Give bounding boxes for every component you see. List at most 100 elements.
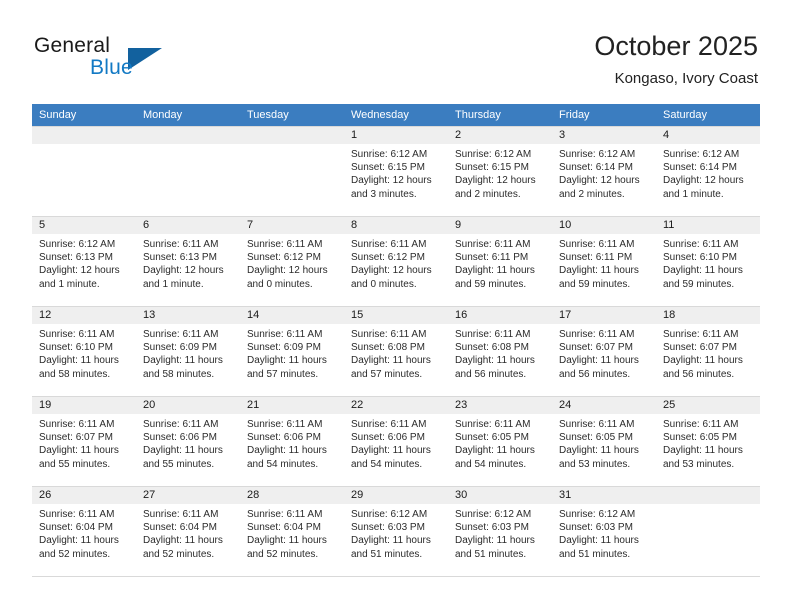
day-number: 24 xyxy=(552,397,656,414)
sunrise-text: Sunrise: 6:12 AM xyxy=(351,509,428,520)
day-number: 23 xyxy=(448,397,552,414)
calendar-cell-inner: 18 Sunrise: 6:11 AM Sunset: 6:07 PM Dayligh… xyxy=(656,307,760,396)
daylight-text-line1: Daylight: 11 hours xyxy=(351,535,431,547)
calendar-day-cell[interactable]: 24 Sunrise: 6:11 AM Sunset: 6:05 PM Dayligh… xyxy=(552,396,656,487)
calendar-body: 1 Sunrise: 6:12 AM Sunset: 6:15 PM Daylight… xyxy=(32,126,760,577)
day-number: 19 xyxy=(32,397,136,414)
day-detail: Sunrise: 6:11 AM Sunset: 6:11 PM Daylight:… xyxy=(448,234,552,291)
sunset-text: Sunset: 6:12 PM xyxy=(247,252,321,264)
day-number: 29 xyxy=(344,487,448,504)
daylight-text-line2: and 51 minutes. xyxy=(455,548,527,560)
day-number: 21 xyxy=(240,397,344,414)
calendar-day-cell[interactable]: 27 Sunrise: 6:11 AM Sunset: 6:04 PM Dayligh… xyxy=(136,486,240,577)
daylight-text-line1: Daylight: 11 hours xyxy=(559,265,639,277)
calendar-day-cell[interactable]: 21 Sunrise: 6:11 AM Sunset: 6:06 PM Dayligh… xyxy=(240,396,344,487)
daylight-text-line2: and 2 minutes. xyxy=(455,188,521,200)
daylight-text-line2: and 0 minutes. xyxy=(247,278,313,290)
sunset-text: Sunset: 6:10 PM xyxy=(39,342,113,354)
calendar-day-cell[interactable]: 16 Sunrise: 6:11 AM Sunset: 6:08 PM Dayligh… xyxy=(448,306,552,397)
calendar-cell-inner: 26 Sunrise: 6:11 AM Sunset: 6:04 PM Dayligh… xyxy=(32,487,136,576)
calendar-day-cell[interactable]: 8 Sunrise: 6:11 AM Sunset: 6:12 PM Daylight… xyxy=(344,216,448,307)
calendar-day-cell[interactable]: 13 Sunrise: 6:11 AM Sunset: 6:09 PM Dayligh… xyxy=(136,306,240,397)
calendar-day-cell[interactable]: 11 Sunrise: 6:11 AM Sunset: 6:10 PM Dayligh… xyxy=(656,216,760,307)
calendar-cell-inner: 28 Sunrise: 6:11 AM Sunset: 6:04 PM Dayligh… xyxy=(240,487,344,576)
day-detail: Sunrise: 6:11 AM Sunset: 6:11 PM Daylight:… xyxy=(552,234,656,291)
daylight-text-line1: Daylight: 11 hours xyxy=(143,355,223,367)
calendar-day-cell[interactable]: 4 Sunrise: 6:12 AM Sunset: 6:14 PM Daylight… xyxy=(656,126,760,217)
calendar-day-cell[interactable]: 18 Sunrise: 6:11 AM Sunset: 6:07 PM Dayligh… xyxy=(656,306,760,397)
weekday-header-friday: Friday xyxy=(552,104,656,127)
calendar-cell-inner: 3 Sunrise: 6:12 AM Sunset: 6:14 PM Daylight… xyxy=(552,127,656,216)
calendar-day-cell[interactable]: 30 Sunrise: 6:12 AM Sunset: 6:03 PM Dayligh… xyxy=(448,486,552,577)
daylight-text-line1: Daylight: 12 hours xyxy=(143,265,224,277)
calendar-day-cell[interactable]: 19 Sunrise: 6:11 AM Sunset: 6:07 PM Dayligh… xyxy=(32,396,136,487)
calendar-day-cell[interactable]: 20 Sunrise: 6:11 AM Sunset: 6:06 PM Dayligh… xyxy=(136,396,240,487)
calendar-day-cell[interactable]: 14 Sunrise: 6:11 AM Sunset: 6:09 PM Dayligh… xyxy=(240,306,344,397)
day-number: 8 xyxy=(344,217,448,234)
calendar-day-cell[interactable]: 6 Sunrise: 6:11 AM Sunset: 6:13 PM Daylight… xyxy=(136,216,240,307)
sunset-text: Sunset: 6:14 PM xyxy=(663,162,737,174)
calendar-day-cell[interactable]: 12 Sunrise: 6:11 AM Sunset: 6:10 PM Dayligh… xyxy=(32,306,136,397)
sunset-text: Sunset: 6:09 PM xyxy=(143,342,217,354)
calendar-cell-inner: 29 Sunrise: 6:12 AM Sunset: 6:03 PM Dayligh… xyxy=(344,487,448,576)
sunrise-text: Sunrise: 6:12 AM xyxy=(455,149,532,160)
daylight-text-line2: and 54 minutes. xyxy=(455,458,527,470)
daylight-text-line1: Daylight: 11 hours xyxy=(663,445,743,457)
daylight-text-line1: Daylight: 11 hours xyxy=(351,445,431,457)
calendar-day-cell[interactable]: 31 Sunrise: 6:12 AM Sunset: 6:03 PM Dayligh… xyxy=(552,486,656,577)
sunrise-text: Sunrise: 6:12 AM xyxy=(663,149,740,160)
sunset-text: Sunset: 6:04 PM xyxy=(143,522,217,534)
daylight-text-line1: Daylight: 11 hours xyxy=(663,265,743,277)
calendar-page: General Blue October 2025 Kongaso, Ivory… xyxy=(0,0,792,612)
calendar-day-cell[interactable]: 1 Sunrise: 6:12 AM Sunset: 6:15 PM Daylight… xyxy=(344,126,448,217)
day-detail: Sunrise: 6:11 AM Sunset: 6:04 PM Daylight:… xyxy=(136,504,240,561)
day-number: 18 xyxy=(656,307,760,324)
calendar-day-cell[interactable]: 17 Sunrise: 6:11 AM Sunset: 6:07 PM Dayligh… xyxy=(552,306,656,397)
calendar-day-cell[interactable]: 2 Sunrise: 6:12 AM Sunset: 6:15 PM Daylight… xyxy=(448,126,552,217)
calendar-day-cell[interactable]: 26 Sunrise: 6:11 AM Sunset: 6:04 PM Dayligh… xyxy=(32,486,136,577)
calendar-day-cell[interactable]: 23 Sunrise: 6:11 AM Sunset: 6:05 PM Dayligh… xyxy=(448,396,552,487)
calendar-day-cell[interactable]: 28 Sunrise: 6:11 AM Sunset: 6:04 PM Dayligh… xyxy=(240,486,344,577)
calendar-cell-inner xyxy=(656,487,760,576)
daylight-text-line1: Daylight: 11 hours xyxy=(455,535,535,547)
day-number: 26 xyxy=(32,487,136,504)
day-detail: Sunrise: 6:12 AM Sunset: 6:14 PM Daylight:… xyxy=(656,144,760,201)
sunrise-text: Sunrise: 6:11 AM xyxy=(455,329,531,340)
daylight-text-line2: and 59 minutes. xyxy=(663,278,735,290)
sunset-text: Sunset: 6:05 PM xyxy=(663,432,737,444)
calendar-cell-inner: 31 Sunrise: 6:12 AM Sunset: 6:03 PM Dayligh… xyxy=(552,487,656,576)
calendar-cell-inner: 6 Sunrise: 6:11 AM Sunset: 6:13 PM Daylight… xyxy=(136,217,240,306)
daylight-text-line2: and 1 minute. xyxy=(663,188,724,200)
calendar-cell-inner xyxy=(240,127,344,216)
sunrise-text: Sunrise: 6:11 AM xyxy=(351,329,427,340)
day-number: 4 xyxy=(656,127,760,144)
weekday-header-monday: Monday xyxy=(136,104,240,127)
day-number: 20 xyxy=(136,397,240,414)
calendar-week-row: 12 Sunrise: 6:11 AM Sunset: 6:10 PM Dayligh… xyxy=(32,306,760,397)
daylight-text-line2: and 53 minutes. xyxy=(663,458,735,470)
daylight-text-line1: Daylight: 11 hours xyxy=(559,535,639,547)
daylight-text-line2: and 52 minutes. xyxy=(39,548,111,560)
day-number: 30 xyxy=(448,487,552,504)
calendar-day-cell[interactable]: 15 Sunrise: 6:11 AM Sunset: 6:08 PM Dayligh… xyxy=(344,306,448,397)
day-detail: Sunrise: 6:11 AM Sunset: 6:06 PM Daylight:… xyxy=(344,414,448,471)
daylight-text-line1: Daylight: 12 hours xyxy=(455,175,536,187)
day-detail: Sunrise: 6:11 AM Sunset: 6:12 PM Daylight:… xyxy=(344,234,448,291)
day-number: 6 xyxy=(136,217,240,234)
sunrise-text: Sunrise: 6:11 AM xyxy=(351,239,427,250)
calendar-day-cell[interactable]: 22 Sunrise: 6:11 AM Sunset: 6:06 PM Dayligh… xyxy=(344,396,448,487)
day-detail: Sunrise: 6:12 AM Sunset: 6:03 PM Daylight:… xyxy=(344,504,448,561)
day-detail: Sunrise: 6:12 AM Sunset: 6:03 PM Daylight:… xyxy=(552,504,656,561)
day-detail: Sunrise: 6:12 AM Sunset: 6:13 PM Daylight:… xyxy=(32,234,136,291)
calendar-day-cell[interactable]: 7 Sunrise: 6:11 AM Sunset: 6:12 PM Daylight… xyxy=(240,216,344,307)
sunset-text: Sunset: 6:03 PM xyxy=(351,522,425,534)
calendar-day-cell[interactable]: 25 Sunrise: 6:11 AM Sunset: 6:05 PM Dayligh… xyxy=(656,396,760,487)
calendar-day-cell[interactable]: 3 Sunrise: 6:12 AM Sunset: 6:14 PM Daylight… xyxy=(552,126,656,217)
calendar-day-cell[interactable]: 9 Sunrise: 6:11 AM Sunset: 6:11 PM Daylight… xyxy=(448,216,552,307)
calendar-day-cell[interactable]: 29 Sunrise: 6:12 AM Sunset: 6:03 PM Dayligh… xyxy=(344,486,448,577)
calendar-day-cell[interactable]: 5 Sunrise: 6:12 AM Sunset: 6:13 PM Daylight… xyxy=(32,216,136,307)
sunrise-text: Sunrise: 6:11 AM xyxy=(559,419,635,430)
daylight-text-line1: Daylight: 11 hours xyxy=(247,445,327,457)
calendar-day-cell[interactable]: 10 Sunrise: 6:11 AM Sunset: 6:11 PM Dayligh… xyxy=(552,216,656,307)
brand-logo[interactable]: General Blue xyxy=(34,34,254,86)
